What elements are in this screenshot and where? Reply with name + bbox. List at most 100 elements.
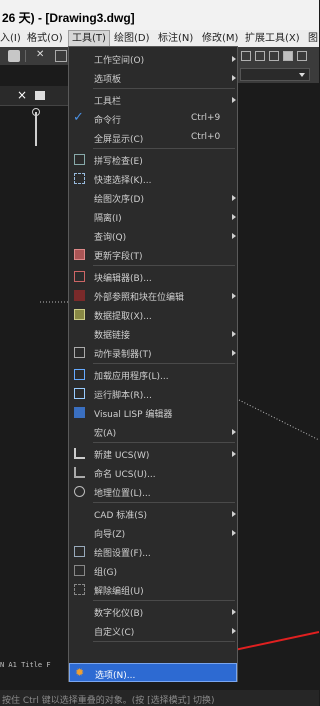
menu-item-quickselect[interactable]: 快速选择(K)... xyxy=(69,169,237,188)
menu-item-workspace[interactable]: 工作空间(O) xyxy=(69,49,237,68)
data-extraction-icon xyxy=(74,309,85,320)
menu-item-label: 选项板 xyxy=(94,75,122,85)
menu-item-label: 命名 UCS(U)... xyxy=(94,470,156,480)
menu-item-label: 命令行 xyxy=(94,116,122,126)
geolocation-icon xyxy=(74,486,85,497)
menu-separator xyxy=(93,600,235,601)
menu-item-nameducs[interactable]: 命名 UCS(U)... xyxy=(69,463,237,482)
menu-item-label: 数据链接 xyxy=(94,331,131,341)
menu-item-palettes[interactable]: 选项板 xyxy=(69,68,237,87)
status-bar: 按住 Ctrl 键以选择重叠的对象。(按 [选择模式] 切换) xyxy=(0,690,319,706)
menu-separator xyxy=(93,442,235,443)
menu-item-macro[interactable]: 宏(A) xyxy=(69,422,237,441)
submenu-arrow-icon xyxy=(232,195,236,201)
menu-item-label: 工作空间(O) xyxy=(94,56,145,66)
menu-separator xyxy=(93,148,235,149)
ucs-icon xyxy=(74,448,85,459)
menu-item-label: 加载应用程序(L)... xyxy=(94,372,169,382)
menu-item-label: 数字化仪(B) xyxy=(94,609,144,619)
submenu-arrow-icon xyxy=(232,75,236,81)
tools-menu: 工作空间(O) 选项板 工具栏 ✓ 命令行 Ctrl+9 全屏显示(C) Ctrl+0… xyxy=(68,46,238,682)
menu-item-wizards[interactable]: 向导(Z) xyxy=(69,523,237,542)
menu-separator xyxy=(93,265,235,266)
menu-item-actionrecorder[interactable]: 动作录制器(T) xyxy=(69,343,237,362)
drafting-settings-icon xyxy=(74,546,85,557)
menu-item-label: 绘图次序(D) xyxy=(94,195,144,205)
menu-item-label: 更新字段(T) xyxy=(94,252,143,262)
quick-select-icon xyxy=(74,173,85,184)
menu-item-inquiry[interactable]: 查询(Q) xyxy=(69,226,237,245)
menu-item-datalinks[interactable]: 数据链接 xyxy=(69,324,237,343)
menu-item-label: 全屏显示(C) xyxy=(94,135,144,145)
update-fields-icon xyxy=(74,249,85,260)
menu-item-ungroup[interactable]: 解除编组(U) xyxy=(69,580,237,599)
submenu-arrow-icon xyxy=(232,56,236,62)
menu-item-loadapp[interactable]: 加载应用程序(L)... xyxy=(69,365,237,384)
ungroup-icon xyxy=(74,584,85,595)
submenu-arrow-icon xyxy=(232,628,236,634)
menu-item-blockeditor[interactable]: 块编辑器(B)... xyxy=(69,267,237,286)
menu-item-group[interactable]: 组(G) xyxy=(69,561,237,580)
menu-item-options[interactable]: ✹ 选项(N)... xyxy=(69,663,237,682)
spellcheck-icon xyxy=(74,154,85,165)
submenu-arrow-icon xyxy=(232,530,236,536)
menu-item-runscript[interactable]: 运行脚本(R)... xyxy=(69,384,237,403)
menu-item-isolate[interactable]: 隔离(I) xyxy=(69,207,237,226)
menu-item-label: 向导(Z) xyxy=(94,530,126,540)
submenu-arrow-icon xyxy=(232,609,236,615)
shortcut-label: Ctrl+0 xyxy=(191,132,221,142)
menu-item-label: 工具栏 xyxy=(94,97,122,107)
menu-item-spellcheck[interactable]: 拼写检查(E) xyxy=(69,150,237,169)
shortcut-label: Ctrl+9 xyxy=(191,113,221,123)
visual-lisp-icon xyxy=(74,407,85,418)
menu-item-draworder[interactable]: 绘图次序(D) xyxy=(69,188,237,207)
named-ucs-icon xyxy=(74,467,85,478)
menu-item-label: 选项(N)... xyxy=(95,671,136,681)
menu-item-toolbars[interactable]: 工具栏 xyxy=(69,90,237,109)
menu-item-commandline[interactable]: ✓ 命令行 Ctrl+9 xyxy=(69,109,237,128)
menu-item-label: 解除编组(U) xyxy=(94,587,144,597)
menu-item-label: 块编辑器(B)... xyxy=(94,274,152,284)
menu-item-label: 隔离(I) xyxy=(94,214,122,224)
menu-separator xyxy=(93,641,235,642)
menu-item-vlisp[interactable]: Visual LISP 编辑器 xyxy=(69,403,237,422)
submenu-arrow-icon xyxy=(232,350,236,356)
submenu-arrow-icon xyxy=(232,331,236,337)
submenu-arrow-icon xyxy=(232,293,236,299)
submenu-arrow-icon xyxy=(232,451,236,457)
menu-item-xref-edit[interactable]: 外部参照和块在位编辑 xyxy=(69,286,237,305)
menu-item-label: 自定义(C) xyxy=(94,628,135,638)
submenu-arrow-icon xyxy=(232,233,236,239)
menu-item-label: 动作录制器(T) xyxy=(94,350,152,360)
run-script-icon xyxy=(74,388,85,399)
submenu-arrow-icon xyxy=(232,214,236,220)
menu-item-label: 数据提取(X)... xyxy=(94,312,152,322)
menu-item-dataextraction[interactable]: 数据提取(X)... xyxy=(69,305,237,324)
menu-item-label: 运行脚本(R)... xyxy=(94,391,152,401)
menu-item-updatefields[interactable]: 更新字段(T) xyxy=(69,245,237,264)
menu-separator xyxy=(93,502,235,503)
command-line[interactable]: N A1 Title F xyxy=(0,661,51,669)
menu-item-label: CAD 标准(S) xyxy=(94,511,147,521)
menu-item-geolocation[interactable]: 地理位置(L)... xyxy=(69,482,237,501)
menu-item-label: 新建 UCS(W) xyxy=(94,451,150,461)
menu-item-fullscreen[interactable]: 全屏显示(C) Ctrl+0 xyxy=(69,128,237,147)
menu-item-customize[interactable]: 自定义(C) xyxy=(69,621,237,640)
submenu-arrow-icon xyxy=(232,429,236,435)
menu-item-label: 拼写检查(E) xyxy=(94,157,143,167)
menu-item-newucs[interactable]: 新建 UCS(W) xyxy=(69,444,237,463)
menu-separator xyxy=(93,363,235,364)
gear-icon: ✹ xyxy=(75,666,85,679)
menu-item-label: 快速选择(K)... xyxy=(94,176,152,186)
dashed-edge-right xyxy=(238,399,319,441)
menu-item-label: 组(G) xyxy=(94,568,117,578)
block-editor-icon xyxy=(74,271,85,282)
submenu-arrow-icon xyxy=(232,511,236,517)
menu-item-label: 地理位置(L)... xyxy=(94,489,151,499)
xref-edit-icon xyxy=(74,290,85,301)
menu-item-cadstandards[interactable]: CAD 标准(S) xyxy=(69,504,237,523)
menu-item-tablet[interactable]: 数字化仪(B) xyxy=(69,602,237,621)
menu-item-label: 绘图设置(F)... xyxy=(94,549,151,559)
menu-item-draftingsettings[interactable]: 绘图设置(F)... xyxy=(69,542,237,561)
group-icon xyxy=(74,565,85,576)
